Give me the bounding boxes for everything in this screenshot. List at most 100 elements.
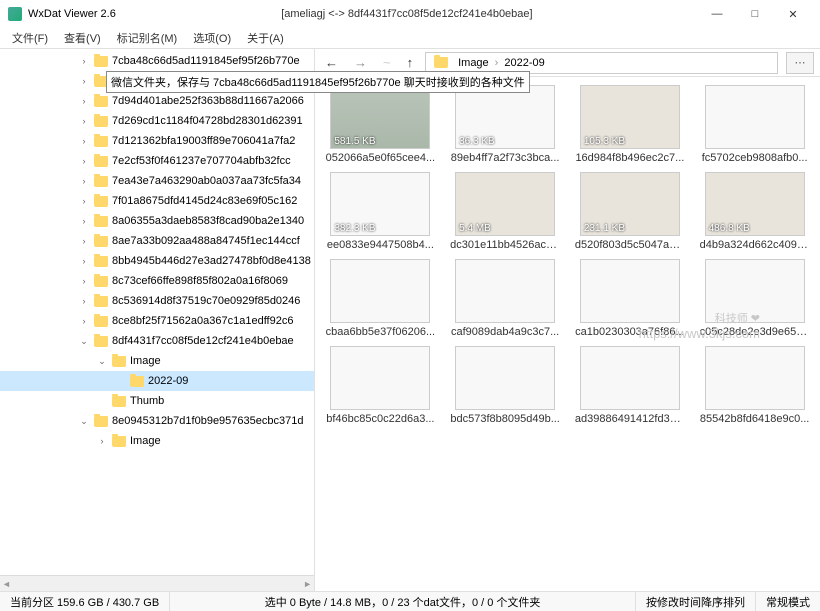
thumbnail-item[interactable]: caf9089dab4a9c3c7... bbox=[448, 259, 563, 338]
status-disk: 当前分区 159.6 GB / 430.7 GB bbox=[0, 592, 170, 611]
chevron-icon[interactable]: › bbox=[78, 236, 90, 246]
forward-button[interactable]: → bbox=[350, 55, 371, 70]
chevron-icon[interactable]: › bbox=[78, 136, 90, 146]
tree-label: Thumb bbox=[130, 395, 164, 407]
menubar: 文件(F) 查看(V) 标记别名(M) 选项(O) 关于(A) bbox=[0, 28, 820, 48]
file-size-badge bbox=[706, 146, 712, 148]
breadcrumb-date[interactable]: 2022-09 bbox=[504, 57, 544, 69]
minimize-button[interactable]: — bbox=[698, 3, 736, 25]
thumbnail-image bbox=[455, 346, 555, 410]
horizontal-scrollbar[interactable]: ◄ ► bbox=[0, 575, 314, 591]
chevron-icon[interactable]: › bbox=[78, 56, 90, 66]
tree-label: Image bbox=[130, 435, 161, 447]
chevron-icon[interactable]: › bbox=[78, 316, 90, 326]
thumbnail-item[interactable]: 105.3 KB16d984f8b496ec2c7... bbox=[573, 85, 688, 164]
thumbnail-grid[interactable]: 581.5 KB052066a5e0f65cee4...36.3 KB89eb4… bbox=[315, 77, 820, 591]
thumbnail-image bbox=[580, 346, 680, 410]
chevron-icon[interactable]: › bbox=[78, 76, 90, 86]
menu-options[interactable]: 选项(O) bbox=[185, 28, 239, 48]
tree-item[interactable]: ›8ce8bf25f71562a0a367c1a1edff92c6 bbox=[0, 311, 314, 331]
thumbnail-name: cbaa6bb5e37f06206... bbox=[325, 326, 435, 338]
tree-item[interactable]: › 8ae7a33b092aa488a84745f1ec144ccf bbox=[0, 231, 314, 251]
chevron-icon[interactable]: ⌄ bbox=[96, 356, 108, 367]
tree-item[interactable]: ⌄8df4431f7cc08f5de12cf241e4b0ebae bbox=[0, 331, 314, 351]
tree-item[interactable]: ›7e2cf53f0f461237e707704abfb32fcc bbox=[0, 151, 314, 171]
close-button[interactable]: ✕ bbox=[774, 3, 812, 25]
chevron-icon[interactable]: › bbox=[78, 116, 90, 126]
thumbnail-item[interactable]: bdc573f8b8095d49b... bbox=[448, 346, 563, 425]
app-icon bbox=[8, 7, 22, 21]
chevron-icon[interactable]: › bbox=[78, 196, 90, 206]
tree-item[interactable]: ›7cba48c66d5ad1191845ef95f26b770e bbox=[0, 51, 314, 71]
tree-item[interactable]: ›7f01a8675dfd4145d24c83e69f05c162 bbox=[0, 191, 314, 211]
tree-item[interactable]: 2022-09 bbox=[0, 371, 314, 391]
scroll-right-icon[interactable]: ► bbox=[303, 579, 312, 589]
chevron-icon[interactable]: › bbox=[78, 276, 90, 286]
tree-item[interactable]: ›8c73cef66ffe898f85f802a0a16f8069 bbox=[0, 271, 314, 291]
thumbnail-item[interactable]: 581.5 KB052066a5e0f65cee4... bbox=[323, 85, 438, 164]
tree-label: 8bb4945b446d27e3ad27478bf0d8e4138 bbox=[112, 255, 311, 267]
thumbnail-item[interactable]: c05c28de2e3d9e65c... bbox=[697, 259, 812, 338]
file-size-badge: 231.1 KB bbox=[581, 222, 628, 235]
status-sort[interactable]: 按修改时间降序排列 bbox=[636, 592, 756, 611]
file-size-badge bbox=[581, 407, 587, 409]
scroll-left-icon[interactable]: ◄ bbox=[2, 579, 11, 589]
tree-item[interactable]: ›8a06355a3daeb8583f8cad90ba2e1340 bbox=[0, 211, 314, 231]
tree-item[interactable]: › 8bb4945b446d27e3ad27478bf0d8e4138 bbox=[0, 251, 314, 271]
tree-item[interactable]: ⌄Image bbox=[0, 351, 314, 371]
file-size-badge bbox=[456, 407, 462, 409]
tree-item[interactable]: ⌄8e0945312b7d1f0b9e957635ecbc371d bbox=[0, 411, 314, 431]
more-button[interactable]: ⋯ bbox=[786, 52, 814, 74]
thumbnail-name: 85542b8fd6418e9c0... bbox=[700, 413, 810, 425]
folder-icon bbox=[94, 116, 108, 127]
tree-item[interactable]: › 7d269cd1c1184f04728bd28301d62391 bbox=[0, 111, 314, 131]
tree-item[interactable]: Thumb bbox=[0, 391, 314, 411]
back-button[interactable]: ← bbox=[321, 55, 342, 70]
thumbnail-item[interactable]: 85542b8fd6418e9c0... bbox=[697, 346, 812, 425]
tree-label: 8c536914d8f37519c70e0929f85d0246 bbox=[112, 295, 300, 307]
tree-item[interactable]: ›7d121362bfa19003ff89e706041a7fa2 bbox=[0, 131, 314, 151]
thumbnail-item[interactable]: 382.3 KBee0833e9447508b4... bbox=[323, 172, 438, 251]
chevron-icon[interactable]: › bbox=[96, 436, 108, 446]
menu-file[interactable]: 文件(F) bbox=[4, 28, 56, 48]
tree-label: 8ae7a33b092aa488a84745f1ec144ccf bbox=[112, 235, 300, 247]
tree-item[interactable]: ›7ea43e7a463290ab0a037aa73fc5fa34 bbox=[0, 171, 314, 191]
folder-icon bbox=[434, 57, 448, 68]
status-mode[interactable]: 常规模式 bbox=[756, 592, 820, 611]
tree-item[interactable]: ›7d94d401abe252f363b88d11667a2066 bbox=[0, 91, 314, 111]
chevron-icon[interactable]: › bbox=[78, 176, 90, 186]
maximize-button[interactable]: □ bbox=[736, 3, 774, 25]
folder-icon bbox=[94, 296, 108, 307]
thumbnail-name: d4b9a324d662c4093... bbox=[700, 239, 810, 251]
thumbnail-item[interactable]: 36.3 KB89eb4ff7a2f73c3bca... bbox=[448, 85, 563, 164]
menu-tag[interactable]: 标记别名(M) bbox=[109, 28, 186, 48]
chevron-icon[interactable]: › bbox=[78, 156, 90, 166]
tree-item[interactable]: › Image bbox=[0, 431, 314, 451]
thumbnail-item[interactable]: ad39886491412fd39... bbox=[573, 346, 688, 425]
tree-label: 7d269cd1c1184f04728bd28301d62391 bbox=[112, 115, 303, 127]
chevron-icon[interactable]: ⌄ bbox=[78, 336, 90, 347]
thumbnail-item[interactable]: 486.8 KBd4b9a324d662c4093... bbox=[697, 172, 812, 251]
folder-icon bbox=[94, 176, 108, 187]
thumbnail-image bbox=[705, 259, 805, 323]
thumbnail-item[interactable]: cbaa6bb5e37f06206... bbox=[323, 259, 438, 338]
folder-icon bbox=[94, 216, 108, 227]
thumbnail-item[interactable]: 5.4 MBdc301e11bb4526ac5... bbox=[448, 172, 563, 251]
thumbnail-name: bdc573f8b8095d49b... bbox=[450, 413, 560, 425]
tree-item[interactable]: › 8c536914d8f37519c70e0929f85d0246 bbox=[0, 291, 314, 311]
chevron-icon[interactable]: › bbox=[78, 256, 90, 266]
up-button[interactable]: ↑ bbox=[403, 55, 418, 70]
breadcrumb-image[interactable]: Image bbox=[458, 57, 489, 69]
chevron-icon[interactable]: › bbox=[78, 216, 90, 226]
menu-about[interactable]: 关于(A) bbox=[239, 28, 292, 48]
folder-tree[interactable]: ›7cba48c66d5ad1191845ef95f26b770e›7cba48… bbox=[0, 49, 314, 575]
chevron-icon[interactable]: › bbox=[78, 96, 90, 106]
thumbnail-item[interactable]: fc5702ceb9808afb0... bbox=[697, 85, 812, 164]
thumbnail-item[interactable]: bf46bc85c0c22d6a3... bbox=[323, 346, 438, 425]
thumbnail-item[interactable]: 231.1 KB d520f803d5c5047ada... bbox=[573, 172, 688, 251]
thumbnail-item[interactable]: ca1b0230303a76f86... bbox=[573, 259, 688, 338]
chevron-icon[interactable]: › bbox=[78, 296, 90, 306]
chevron-icon[interactable]: ⌄ bbox=[78, 416, 90, 427]
menu-view[interactable]: 查看(V) bbox=[56, 28, 109, 48]
thumbnail-name: d520f803d5c5047ada... bbox=[575, 239, 685, 251]
